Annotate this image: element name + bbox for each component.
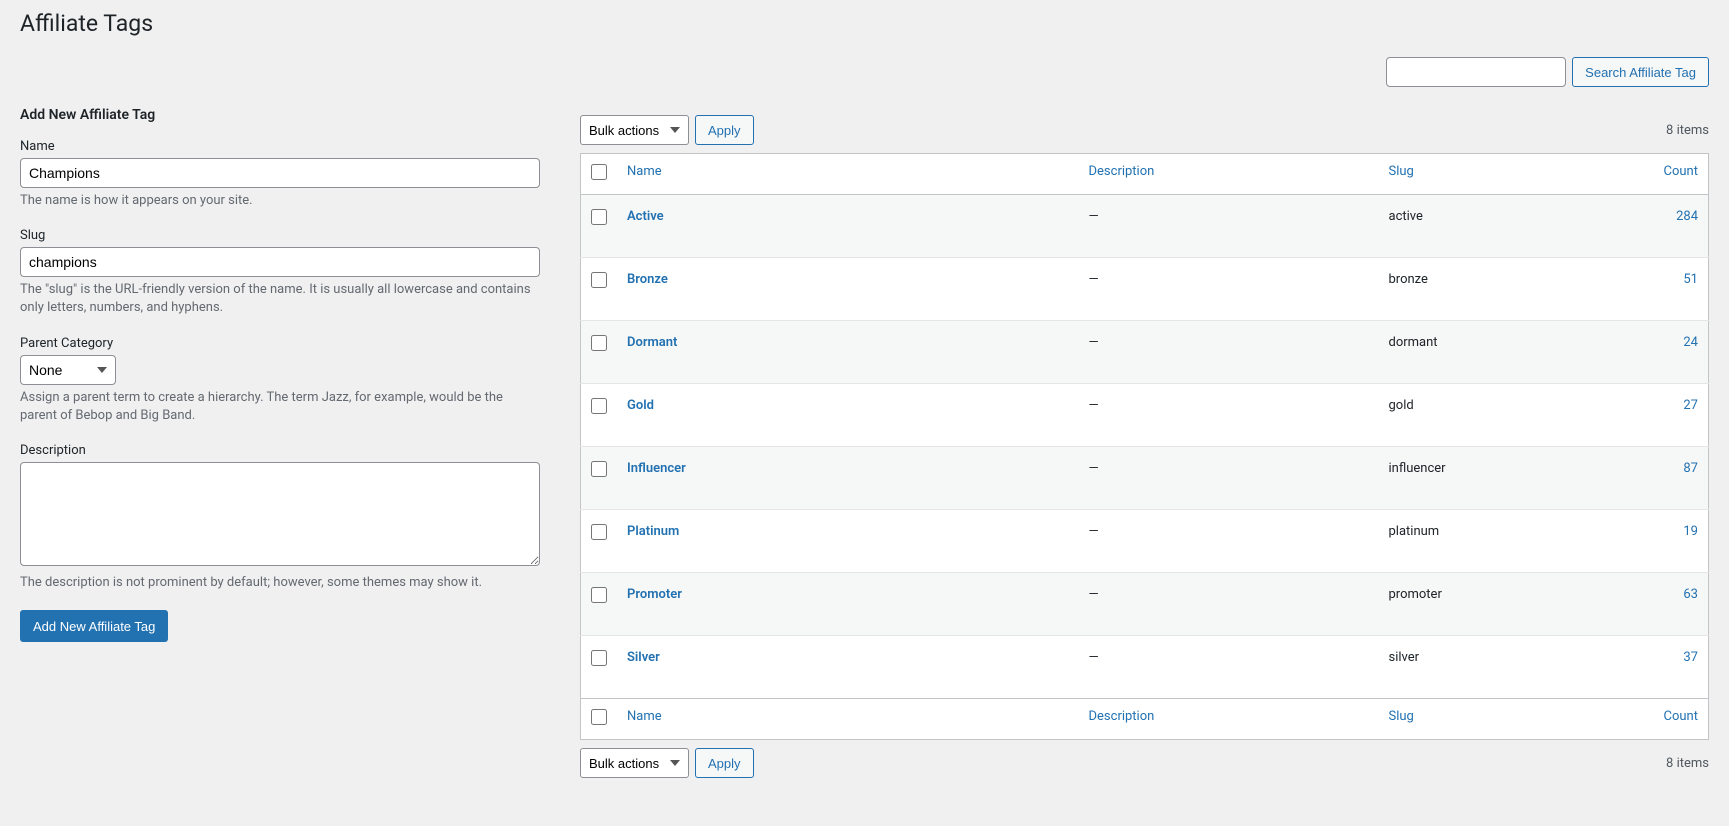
row-description: —	[1089, 272, 1099, 287]
row-checkbox[interactable]	[591, 587, 607, 603]
row-count-link[interactable]: 27	[1683, 398, 1698, 413]
table-row: Dormant — dormant 24	[581, 321, 1709, 384]
form-heading: Add New Affiliate Tag	[20, 107, 540, 123]
row-name-link[interactable]: Gold	[627, 398, 654, 413]
apply-button-bottom[interactable]: Apply	[695, 748, 754, 778]
row-name-link[interactable]: Active	[627, 209, 664, 224]
col-header-description[interactable]: Description	[1079, 154, 1379, 195]
table-row: Platinum — platinum 19	[581, 510, 1709, 573]
row-description: —	[1089, 524, 1099, 539]
search-bar: Search Affiliate Tag	[20, 57, 1709, 87]
submit-button[interactable]: Add New Affiliate Tag	[20, 610, 168, 642]
row-slug: influencer	[1389, 461, 1446, 476]
table-row: Bronze — bronze 51	[581, 258, 1709, 321]
select-all-bottom[interactable]	[591, 709, 607, 725]
row-checkbox[interactable]	[591, 335, 607, 351]
table-row: Influencer — influencer 87	[581, 447, 1709, 510]
row-checkbox[interactable]	[591, 209, 607, 225]
table-row: Silver — silver 37	[581, 636, 1709, 699]
parent-help: Assign a parent term to create a hierarc…	[20, 389, 540, 425]
row-slug: active	[1389, 209, 1423, 224]
row-checkbox[interactable]	[591, 524, 607, 540]
add-form-panel: Add New Affiliate Tag Name The name is h…	[20, 107, 540, 642]
parent-select[interactable]: None	[20, 355, 116, 385]
table-row: Promoter — promoter 63	[581, 573, 1709, 636]
row-description: —	[1089, 335, 1099, 350]
description-label: Description	[20, 443, 540, 458]
row-checkbox[interactable]	[591, 650, 607, 666]
row-count-link[interactable]: 284	[1676, 209, 1698, 224]
row-name-link[interactable]: Silver	[627, 650, 660, 665]
row-description: —	[1089, 209, 1099, 224]
col-footer-description[interactable]: Description	[1079, 699, 1379, 740]
col-footer-slug[interactable]: Slug	[1379, 699, 1629, 740]
bulk-actions-select-bottom[interactable]: Bulk actions	[580, 748, 689, 778]
tags-table: Name Description Slug Count Active — activ…	[580, 153, 1709, 740]
row-name-link[interactable]: Influencer	[627, 461, 686, 476]
row-name-link[interactable]: Bronze	[627, 272, 668, 287]
items-count-bottom: 8 items	[1666, 756, 1709, 771]
description-textarea[interactable]	[20, 462, 540, 566]
row-description: —	[1089, 398, 1099, 413]
slug-label: Slug	[20, 228, 540, 243]
row-checkbox[interactable]	[591, 461, 607, 477]
row-description: —	[1089, 650, 1099, 665]
row-name-link[interactable]: Dormant	[627, 335, 677, 350]
col-footer-count[interactable]: Count	[1629, 699, 1709, 740]
row-name-link[interactable]: Promoter	[627, 587, 682, 602]
list-panel: Bulk actions Apply 8 items Name Descript…	[580, 107, 1709, 786]
table-row: Gold — gold 27	[581, 384, 1709, 447]
apply-button-top[interactable]: Apply	[695, 115, 754, 145]
row-slug: bronze	[1389, 272, 1428, 287]
search-button[interactable]: Search Affiliate Tag	[1572, 57, 1709, 87]
slug-input[interactable]	[20, 247, 540, 277]
row-count-link[interactable]: 51	[1683, 272, 1698, 287]
row-slug: platinum	[1389, 524, 1440, 539]
col-footer-name[interactable]: Name	[617, 699, 1079, 740]
row-count-link[interactable]: 37	[1683, 650, 1698, 665]
row-count-link[interactable]: 19	[1683, 524, 1698, 539]
row-description: —	[1089, 461, 1099, 476]
col-header-count[interactable]: Count	[1629, 154, 1709, 195]
row-slug: promoter	[1389, 587, 1442, 602]
row-slug: dormant	[1389, 335, 1438, 350]
row-name-link[interactable]: Platinum	[627, 524, 679, 539]
row-checkbox[interactable]	[591, 398, 607, 414]
row-count-link[interactable]: 63	[1683, 587, 1698, 602]
name-input[interactable]	[20, 158, 540, 188]
select-all-top[interactable]	[591, 164, 607, 180]
row-checkbox[interactable]	[591, 272, 607, 288]
slug-help: The "slug" is the URL-friendly version o…	[20, 281, 540, 317]
bulk-actions-select-top[interactable]: Bulk actions	[580, 115, 689, 145]
row-slug: silver	[1389, 650, 1420, 665]
row-slug: gold	[1389, 398, 1414, 413]
col-header-name[interactable]: Name	[617, 154, 1079, 195]
col-header-slug[interactable]: Slug	[1379, 154, 1629, 195]
description-help: The description is not prominent by defa…	[20, 574, 540, 592]
page-title: Affiliate Tags	[20, 10, 1709, 37]
search-input[interactable]	[1386, 57, 1566, 87]
row-count-link[interactable]: 87	[1683, 461, 1698, 476]
parent-label: Parent Category	[20, 336, 540, 351]
row-count-link[interactable]: 24	[1683, 335, 1698, 350]
name-help: The name is how it appears on your site.	[20, 192, 540, 210]
row-description: —	[1089, 587, 1099, 602]
name-label: Name	[20, 139, 540, 154]
items-count-top: 8 items	[1666, 123, 1709, 138]
table-row: Active — active 284	[581, 195, 1709, 258]
